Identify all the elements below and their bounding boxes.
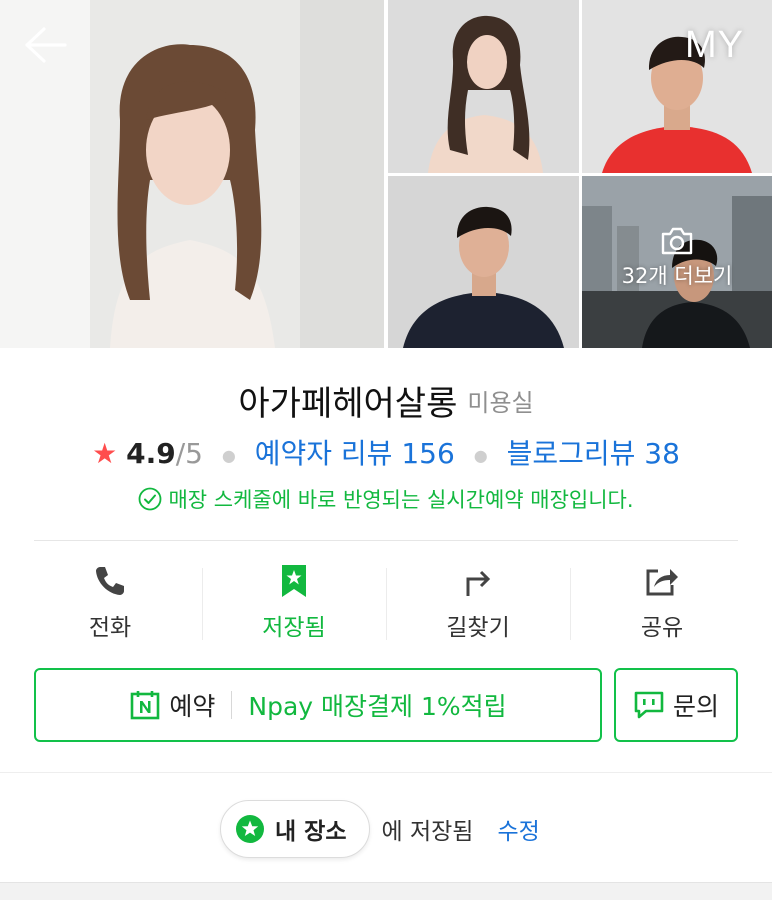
directions-label: 길찾기: [446, 615, 510, 641]
star-icon: ★: [92, 437, 118, 470]
star-circle-icon: [236, 815, 264, 843]
blog-review-link[interactable]: 블로그리뷰 38: [507, 437, 680, 470]
bottom-band: [0, 882, 772, 900]
phone-icon: [96, 567, 124, 595]
saved-text: 에 저장됨: [381, 819, 474, 845]
directions-button[interactable]: 길찾기: [386, 562, 570, 644]
my-place-chip[interactable]: 내 장소: [220, 800, 370, 858]
gallery-photo[interactable]: [388, 176, 579, 348]
inquiry-label: 문의: [672, 692, 719, 721]
rating-max: /5: [175, 437, 203, 470]
separator: [231, 691, 233, 719]
inquiry-button[interactable]: 문의: [614, 668, 738, 742]
separator-dot: ●: [473, 445, 488, 465]
place-title-row: 아가페헤어살롱 미용실: [0, 376, 772, 425]
gallery-photo[interactable]: [388, 0, 579, 173]
visitor-review-link[interactable]: 예약자 리뷰 156: [255, 437, 455, 470]
arrow-left-icon: [25, 27, 67, 63]
camera-icon: [661, 227, 693, 255]
save-label: 저장됨: [262, 615, 326, 641]
back-button[interactable]: [22, 24, 68, 66]
directions-icon: [466, 570, 491, 596]
divider: [34, 540, 738, 541]
realtime-booking-notice: 매장 스케줄에 바로 반영되는 실시간예약 매장입니다.: [0, 484, 772, 514]
call-button[interactable]: 전화: [18, 562, 202, 644]
place-category: 미용실: [467, 389, 534, 417]
realtime-notice-text: 매장 스케줄에 바로 반영되는 실시간예약 매장입니다.: [168, 488, 634, 512]
check-circle-icon: [139, 487, 162, 511]
call-label: 전화: [88, 615, 132, 641]
share-label: 공유: [640, 615, 684, 641]
action-bar: 전화 저장됨 길찾기 공유: [18, 562, 754, 644]
edit-link[interactable]: 수정: [497, 812, 539, 846]
save-button[interactable]: 저장됨: [202, 562, 386, 644]
section-divider: [0, 772, 772, 773]
photo-gallery: MY 32개 더보기: [0, 0, 772, 348]
naver-booking-icon: [131, 691, 160, 720]
reserve-button[interactable]: 예약 Npay 매장결제 1%적립: [34, 668, 602, 742]
chat-bubble-icon: [634, 691, 664, 719]
my-place-label: 내 장소: [275, 819, 347, 845]
place-name: 아가페헤어살롱: [238, 384, 458, 424]
more-photos-label: 32개 더보기: [621, 264, 733, 288]
reserve-label: 예약: [169, 692, 216, 721]
my-menu-button[interactable]: MY: [685, 24, 744, 67]
rating-value: 4.9: [126, 437, 176, 470]
share-button[interactable]: 공유: [570, 562, 754, 644]
review-stats-row: ★ 4.9/5 ● 예약자 리뷰 156 ● 블로그리뷰 38: [0, 432, 772, 472]
share-icon: [646, 569, 678, 596]
more-photos-button[interactable]: 32개 더보기: [582, 226, 772, 290]
bookmark-star-icon: [282, 565, 306, 597]
separator-dot: ●: [221, 445, 236, 465]
npay-label: Npay 매장결제 1%적립: [248, 692, 507, 721]
saved-status-row: 내 장소 에 저장됨 수정: [220, 800, 540, 858]
